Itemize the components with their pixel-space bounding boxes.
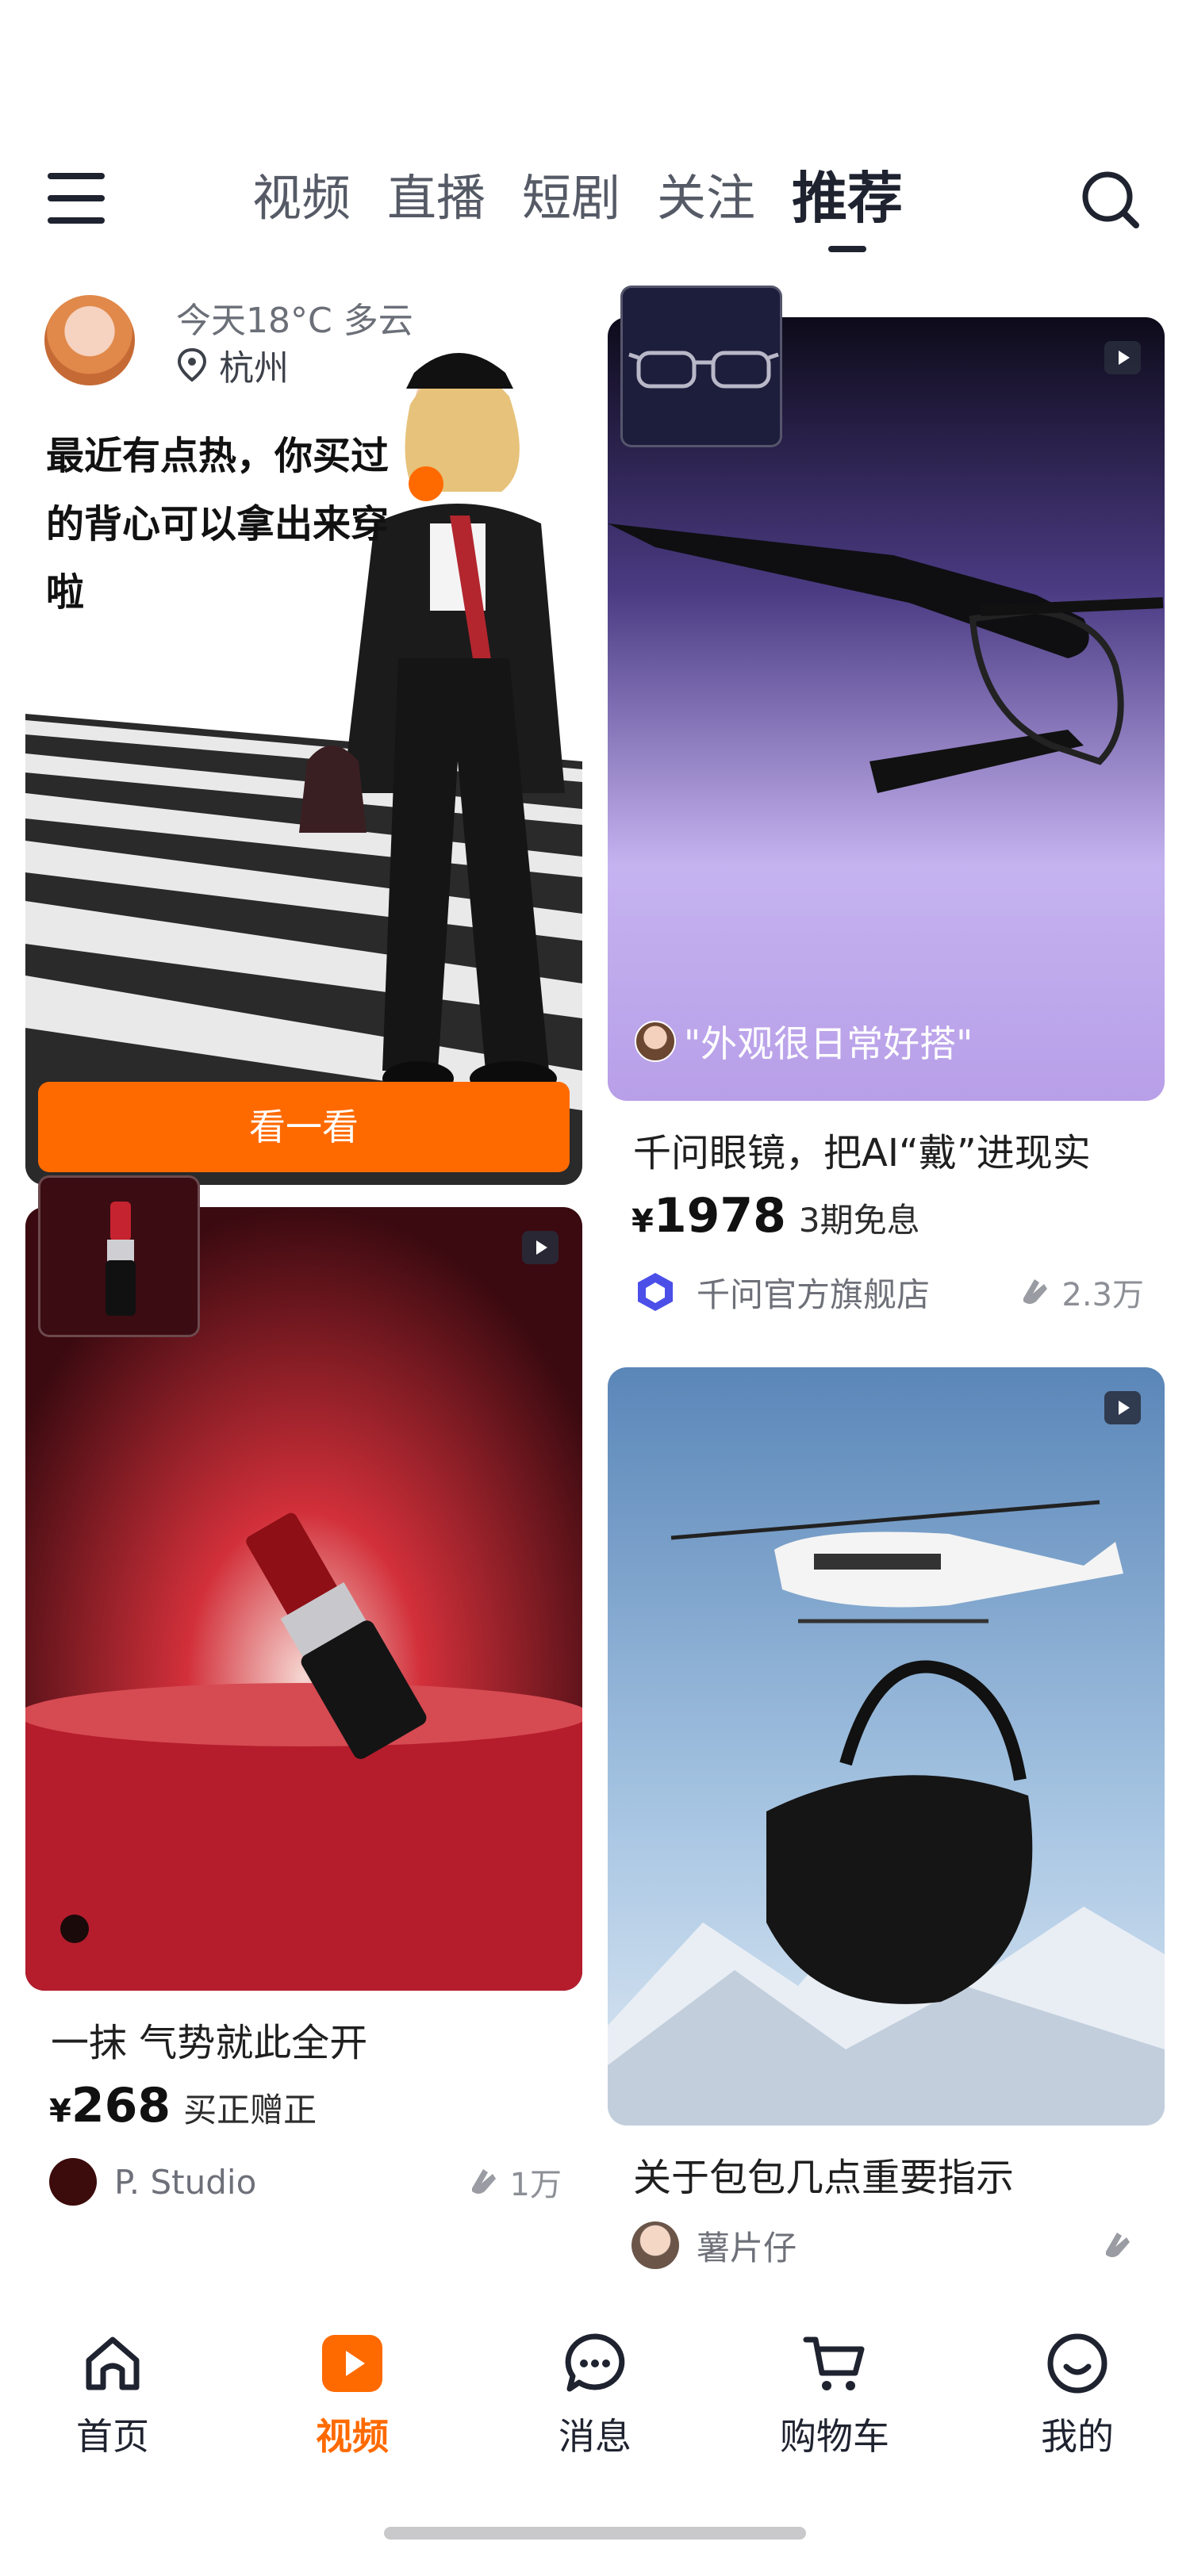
bottom-tab-home[interactable]: 首页 — [49, 2330, 176, 2460]
price: 268 — [71, 2078, 171, 2133]
card-headline: 最近有点热，你买过的背心可以拿出来穿啦 — [46, 434, 390, 615]
price-row: ¥ 268 买正赠正 — [25, 2078, 582, 2133]
bag-image — [608, 1367, 1165, 2126]
bottom-tab-label: 消息 — [559, 2415, 631, 2458]
message-bubble-icon — [565, 2333, 625, 2392]
price-row: ¥ 1978 3期免息 — [608, 1188, 1165, 1244]
price-note: 3期免息 — [798, 1201, 920, 1240]
hand-like-icon — [471, 2169, 496, 2194]
tab-following[interactable]: 关注 — [657, 159, 755, 238]
bottom-tab-messages[interactable]: 消息 — [532, 2330, 658, 2460]
top-navigation: 视频 直播 短剧 关注 推荐 — [0, 0, 1190, 286]
glasses-thumbnail-image — [628, 351, 779, 389]
bottom-tab-label: 购物车 — [780, 2415, 889, 2458]
product-card-glasses[interactable]: "外观很日常好搭" 千问眼镜，把AI“戴”进现实 ¥ 1978 3期免息 千问官… — [608, 286, 1165, 1320]
currency-symbol: ¥ — [49, 2093, 71, 2129]
avatar[interactable] — [41, 292, 138, 389]
product-title: 关于包包几点重要指示 — [633, 2156, 1015, 2200]
reviewer-avatar — [635, 1021, 676, 1062]
location: 杭州 — [176, 339, 289, 390]
video-play-badge — [522, 1231, 559, 1264]
product-card-bag[interactable]: 关于包包几点重要指示 薯片仔 — [608, 1367, 1165, 2273]
tab-live[interactable]: 直播 — [387, 159, 486, 238]
product-title: 千问眼镜，把AI“戴”进现实 — [633, 1131, 1091, 1175]
bottom-tab-cart[interactable]: 购物车 — [771, 2330, 898, 2460]
price-note: 买正赠正 — [183, 2091, 317, 2129]
lipstick-thumbnail-image — [106, 1202, 136, 1316]
bottom-tab-video[interactable]: 视频 — [289, 2330, 416, 2460]
see-more-button[interactable]: 看一看 — [38, 1082, 570, 1172]
bottom-tab-label: 我的 — [1041, 2415, 1114, 2458]
fashion-model-image — [25, 286, 582, 1185]
review-quote: "外观很日常好搭" — [635, 1015, 973, 1068]
hand-like-icon — [1106, 2233, 1130, 2257]
product-card-lipstick[interactable]: 一抹 气势就此全开 ¥ 268 买正赠正 P. Studio 1万 — [25, 1175, 582, 2210]
search-icon[interactable] — [1079, 168, 1141, 230]
home-icon — [86, 2336, 140, 2390]
likes-count: 1万 — [509, 2167, 562, 2203]
menu-icon[interactable] — [48, 173, 105, 224]
tab-short-drama[interactable]: 短剧 — [522, 159, 620, 238]
shop-name: P. Studio — [114, 2162, 257, 2202]
bottom-tab-label: 首页 — [76, 2415, 149, 2458]
likes-count: 2.3万 — [1061, 1277, 1144, 1313]
tab-recommend[interactable]: 推荐 — [792, 159, 903, 252]
home-indicator[interactable] — [384, 2527, 806, 2540]
smiley-face-icon — [1047, 2333, 1107, 2394]
weather-recommendation-card[interactable]: 今天18°C 多云 杭州 最近有点热，你买过的背心可以拿出来穿啦 看一看 — [25, 286, 582, 1185]
product-thumbnail[interactable] — [38, 1175, 200, 1337]
weather-text: 今天18°C 多云 — [176, 301, 413, 341]
likes[interactable]: 2.3万 — [1017, 1264, 1144, 1320]
shop-avatar — [631, 2221, 679, 2269]
hand-like-icon — [1023, 1279, 1048, 1304]
qianwen-logo-icon — [638, 1273, 673, 1311]
shop-avatar — [49, 2158, 97, 2206]
video-play-badge — [1104, 1391, 1141, 1424]
shop-row[interactable]: 薯片仔 — [608, 2218, 1165, 2273]
currency-symbol: ¥ — [631, 1203, 654, 1240]
likes[interactable] — [1100, 2218, 1144, 2273]
location-pin-icon — [177, 347, 207, 382]
shop-row[interactable]: 千问官方旗舰店 2.3万 — [608, 1264, 1165, 1320]
category-tabs: 视频 直播 短剧 关注 推荐 — [252, 159, 903, 252]
product-title: 一抹 气势就此全开 — [51, 2021, 368, 2065]
helicopter-bag-photo — [608, 1367, 1165, 2126]
video-play-icon — [322, 2335, 382, 2392]
bottom-tab-me[interactable]: 我的 — [1014, 2330, 1141, 2460]
shop-name: 薯片仔 — [697, 2228, 797, 2267]
video-play-badge — [1104, 341, 1141, 374]
shopping-cart-icon — [803, 2336, 865, 2390]
quote-text: "外观很日常好搭" — [684, 1022, 973, 1065]
likes[interactable]: 1万 — [466, 2154, 562, 2210]
price: 1978 — [653, 1188, 786, 1244]
bottom-tab-label: 视频 — [316, 2415, 389, 2458]
shop-name: 千问官方旗舰店 — [697, 1275, 931, 1314]
city-name: 杭州 — [219, 348, 289, 389]
product-thumbnail[interactable] — [620, 286, 782, 447]
shop-row[interactable]: P. Studio 1万 — [25, 2154, 582, 2210]
tab-video[interactable]: 视频 — [252, 159, 351, 238]
